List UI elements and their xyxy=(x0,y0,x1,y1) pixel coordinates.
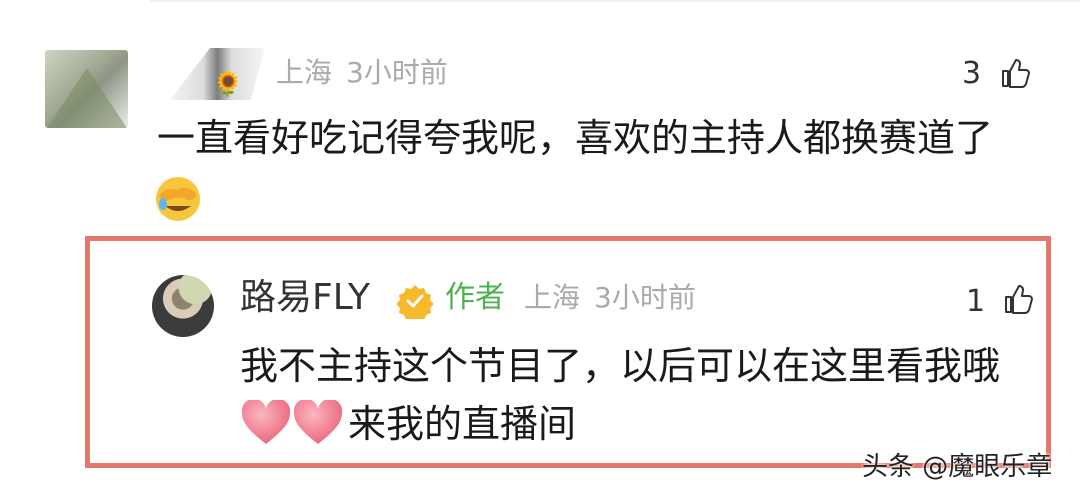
reply-meta: 上海 3小时前 xyxy=(524,280,696,316)
reply-location: 上海 xyxy=(524,281,581,314)
heart-icon xyxy=(293,400,343,444)
reply-text-line1: 我不主持这个节目了，以后可以在这里看我哦 xyxy=(240,344,1001,388)
comment-meta: 上海 3小时前 xyxy=(276,56,448,90)
author-avatar[interactable] xyxy=(152,275,214,337)
face-with-hand-over-eyes-emoji xyxy=(156,177,200,221)
reply-text-line2: 来我的直播间 xyxy=(348,402,577,446)
heart-icon xyxy=(241,400,291,444)
verified-badge-icon xyxy=(397,285,433,319)
watermark: 头条 @魔眼乐章 xyxy=(862,452,1053,482)
reply-like-count: 1 xyxy=(966,284,986,319)
comment-location: 上海 xyxy=(276,56,333,89)
commenter-avatar[interactable] xyxy=(45,50,128,128)
top-divider xyxy=(150,0,1080,2)
comment-like-count: 3 xyxy=(962,56,982,91)
author-tag: 作者 xyxy=(445,280,505,315)
comment-time: 3小时前 xyxy=(346,56,448,89)
author-name[interactable]: 路易FLY xyxy=(240,276,370,320)
comment-text: 一直看好吃记得夸我呢，喜欢的主持人都换赛道了 xyxy=(157,116,994,160)
reply-time: 3小时前 xyxy=(594,281,696,314)
thumbs-up-icon[interactable] xyxy=(1000,57,1030,89)
thumbs-up-icon[interactable] xyxy=(1003,283,1033,315)
sunflower-icon: 🌻 xyxy=(213,70,243,98)
